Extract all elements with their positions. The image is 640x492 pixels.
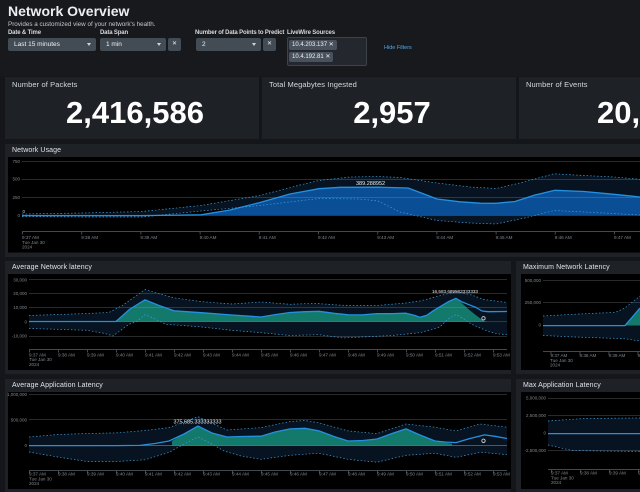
svg-text:9:45 AM: 9:45 AM [496,235,513,240]
svg-text:9:49 AM: 9:49 AM [377,353,394,358]
svg-text:9:46 AM: 9:46 AM [555,235,572,240]
svg-text:9:38 AM: 9:38 AM [58,353,75,358]
svg-text:1,000,000: 1,000,000 [7,392,28,397]
svg-text:9:43 AM: 9:43 AM [377,235,394,240]
svg-text:9:48 AM: 9:48 AM [348,472,365,477]
svg-text:250: 250 [12,195,20,200]
svg-text:16,583.689583333333: 16,583.689583333333 [432,289,478,294]
svg-text:9:52 AM: 9:52 AM [464,472,481,477]
svg-text:750: 750 [12,159,20,164]
svg-text:9:42 AM: 9:42 AM [174,472,191,477]
svg-text:9:48 AM: 9:48 AM [348,353,365,358]
svg-text:2024: 2024 [550,362,561,367]
svg-text:375,685.333333333: 375,685.333333333 [174,420,222,426]
svg-text:2,500,000: 2,500,000 [526,413,547,418]
svg-text:9:44 AM: 9:44 AM [232,353,249,358]
svg-text:9:38 AM: 9:38 AM [58,472,75,477]
svg-text:9:47 AM: 9:47 AM [319,353,336,358]
svg-text:500,000: 500,000 [525,278,542,283]
svg-text:9:53 AM: 9:53 AM [493,353,510,358]
svg-text:2024: 2024 [29,362,40,367]
svg-text:9:46 AM: 9:46 AM [290,472,307,477]
svg-text:9:43 AM: 9:43 AM [203,353,220,358]
svg-text:9:52 AM: 9:52 AM [464,353,481,358]
svg-text:9:40 AM: 9:40 AM [116,472,133,477]
svg-text:9:50 AM: 9:50 AM [406,472,423,477]
svg-text:9:38 AM: 9:38 AM [580,471,597,476]
svg-text:9:51 AM: 9:51 AM [435,472,452,477]
svg-text:9:47 AM: 9:47 AM [319,472,336,477]
svg-text:9:41 AM: 9:41 AM [145,472,162,477]
svg-text:9:39 AM: 9:39 AM [609,471,626,476]
svg-text:30,000: 30,000 [13,278,27,283]
svg-text:9:49 AM: 9:49 AM [377,472,394,477]
svg-text:5,000,000: 5,000,000 [526,396,547,401]
svg-text:9:39 AM: 9:39 AM [140,235,157,240]
svg-text:9:39 AM: 9:39 AM [87,472,104,477]
svg-text:9:51 AM: 9:51 AM [435,353,452,358]
svg-text:389.288952: 389.288952 [356,181,385,187]
svg-text:9:45 AM: 9:45 AM [261,353,278,358]
svg-text:10,000: 10,000 [13,305,27,310]
svg-text:9:45 AM: 9:45 AM [261,472,278,477]
svg-text:-2,500,000: -2,500,000 [524,448,546,453]
svg-text:9:40 AM: 9:40 AM [116,353,133,358]
svg-text:9:46 AM: 9:46 AM [290,353,307,358]
svg-text:9:39 AM: 9:39 AM [87,353,104,358]
svg-text:9:53 AM: 9:53 AM [493,472,510,477]
svg-text:9:44 AM: 9:44 AM [436,235,453,240]
svg-text:9:39 AM: 9:39 AM [609,353,626,358]
svg-text:2024: 2024 [551,480,562,485]
svg-text:2024: 2024 [29,481,40,486]
svg-text:9:44 AM: 9:44 AM [232,472,249,477]
svg-text:9:42 AM: 9:42 AM [318,235,335,240]
svg-text:9:41 AM: 9:41 AM [145,353,162,358]
svg-text:250,000: 250,000 [525,300,542,305]
svg-text:9:42 AM: 9:42 AM [174,353,191,358]
svg-text:9:47 AM: 9:47 AM [614,235,631,240]
svg-text:9:38 AM: 9:38 AM [81,235,98,240]
svg-text:20,000: 20,000 [13,291,27,296]
svg-text:500: 500 [12,177,20,182]
svg-text:2024: 2024 [22,244,33,249]
svg-text:9:38 AM: 9:38 AM [580,353,597,358]
svg-text:-10,000: -10,000 [12,334,28,339]
svg-text:9:43 AM: 9:43 AM [203,472,220,477]
svg-text:9:50 AM: 9:50 AM [406,353,423,358]
svg-text:9:40 AM: 9:40 AM [200,235,217,240]
svg-text:9:41 AM: 9:41 AM [259,235,276,240]
svg-text:500,000: 500,000 [11,418,28,423]
